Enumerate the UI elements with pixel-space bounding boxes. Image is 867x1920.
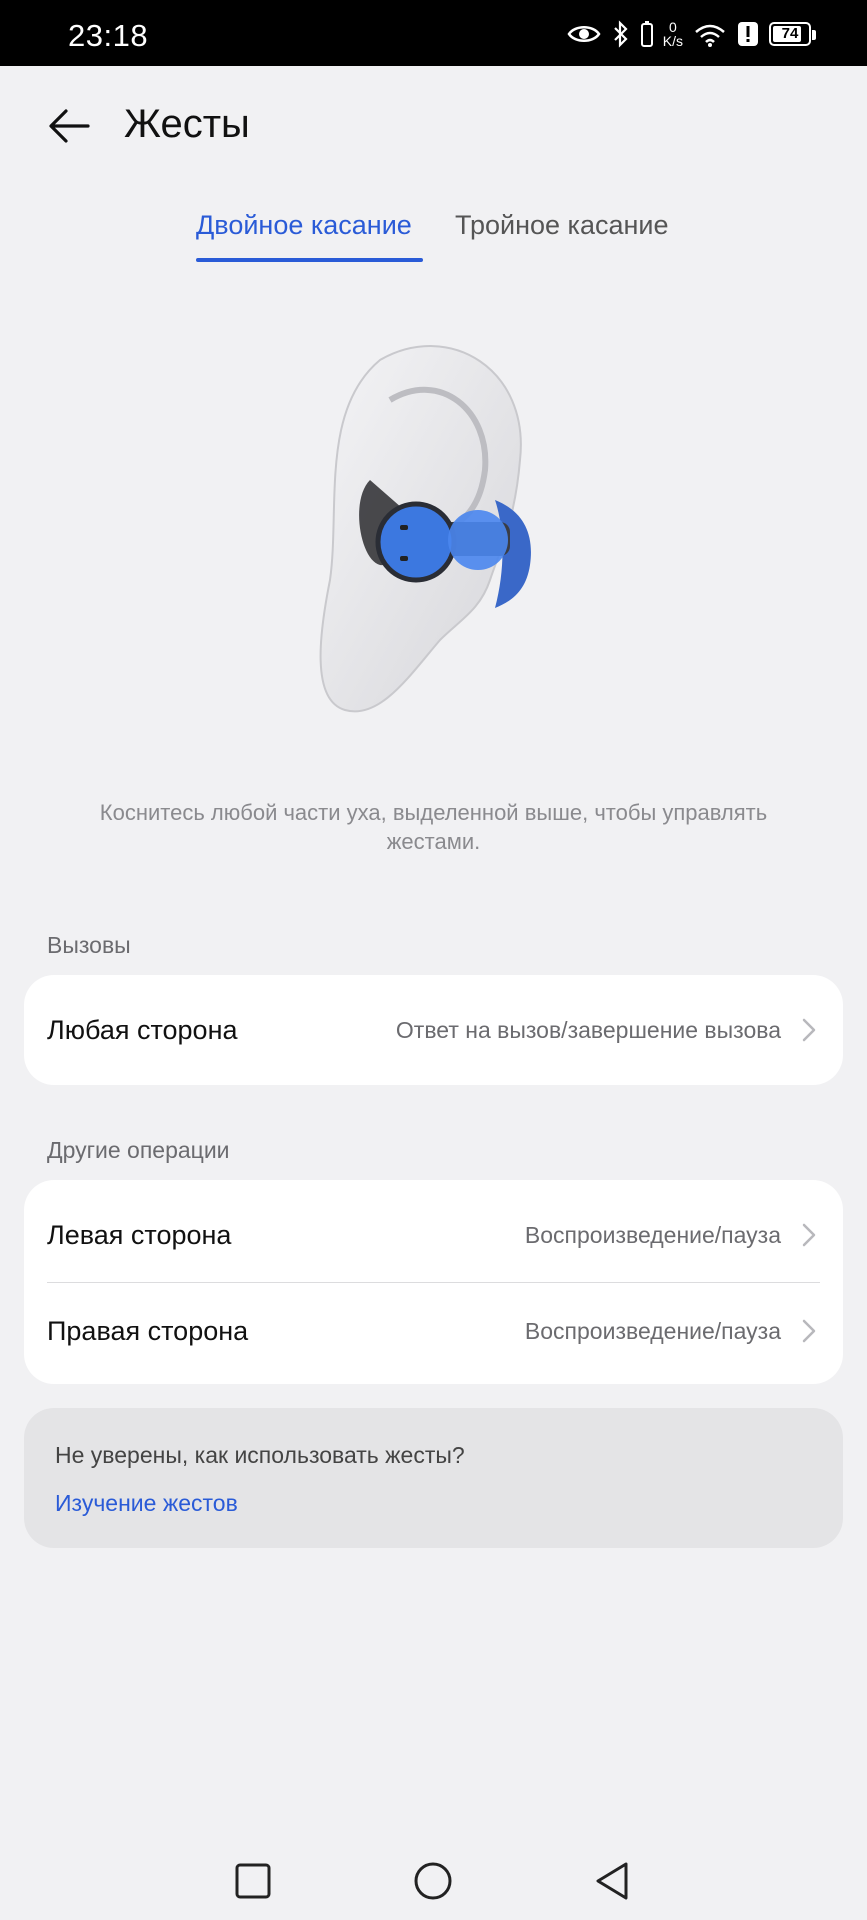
- gesture-hint: Коснитесь любой части уха, выделенной вы…: [99, 800, 768, 854]
- header: Жесты: [0, 66, 867, 186]
- help-card: Не уверены, как использовать жесты? Изуч…: [24, 1408, 843, 1548]
- row-value: Воспроизведение/пауза: [524, 1222, 781, 1248]
- row-right-side[interactable]: Правая сторона Воспроизведение/пауза: [24, 1282, 843, 1384]
- status-bar: 23:18 0 K/s 74: [0, 0, 867, 66]
- net-speed: 0 K/s: [662, 19, 683, 49]
- back-arrow-icon[interactable]: [44, 100, 96, 152]
- row-left-side[interactable]: Левая сторона Воспроизведение/пауза: [24, 1180, 843, 1282]
- chevron-right-icon: [801, 1318, 817, 1344]
- chevron-right-icon: [801, 1222, 817, 1248]
- row-value: Ответ на вызов/завершение вызова: [395, 1017, 781, 1043]
- tab-double-tap[interactable]: Двойное касание: [196, 210, 412, 241]
- active-tab-indicator: [196, 258, 423, 262]
- page-title: Жесты: [124, 102, 250, 146]
- battery-icon: 74: [769, 22, 816, 46]
- bluetooth-icon: [611, 20, 631, 48]
- status-icons: 0 K/s 74: [567, 19, 816, 49]
- row-value: Воспроизведение/пауза: [524, 1318, 781, 1344]
- recents-square-icon[interactable]: [228, 1856, 278, 1906]
- chevron-right-icon: [801, 1017, 817, 1043]
- row-any-side[interactable]: Любая сторона Ответ на вызов/завершение …: [24, 975, 843, 1085]
- eye-icon: [567, 22, 601, 46]
- status-time: 23:18: [68, 18, 149, 53]
- row-label: Левая сторона: [47, 1220, 232, 1250]
- section-title-other: Другие операции: [47, 1137, 230, 1163]
- tab-triple-tap[interactable]: Тройное касание: [455, 210, 668, 241]
- other-card: Левая сторона Воспроизведение/пауза Прав…: [24, 1180, 843, 1384]
- ear-earbud-illustration: [290, 330, 570, 730]
- row-label: Любая сторона: [47, 1015, 238, 1045]
- calls-card: Любая сторона Ответ на вызов/завершение …: [24, 975, 843, 1085]
- alert-icon: [737, 21, 759, 47]
- section-title-calls: Вызовы: [47, 932, 131, 958]
- wifi-icon: [693, 20, 727, 48]
- help-question: Не уверены, как использовать жесты?: [55, 1442, 465, 1468]
- learn-gestures-link[interactable]: Изучение жестов: [55, 1490, 238, 1517]
- battery-small-icon: [640, 21, 653, 47]
- gesture-tabs: Двойное касание Тройное касание: [0, 210, 867, 270]
- row-label: Правая сторона: [47, 1316, 249, 1346]
- home-circle-icon[interactable]: [408, 1856, 458, 1906]
- back-triangle-icon[interactable]: [588, 1856, 638, 1906]
- navigation-bar: [0, 1840, 867, 1920]
